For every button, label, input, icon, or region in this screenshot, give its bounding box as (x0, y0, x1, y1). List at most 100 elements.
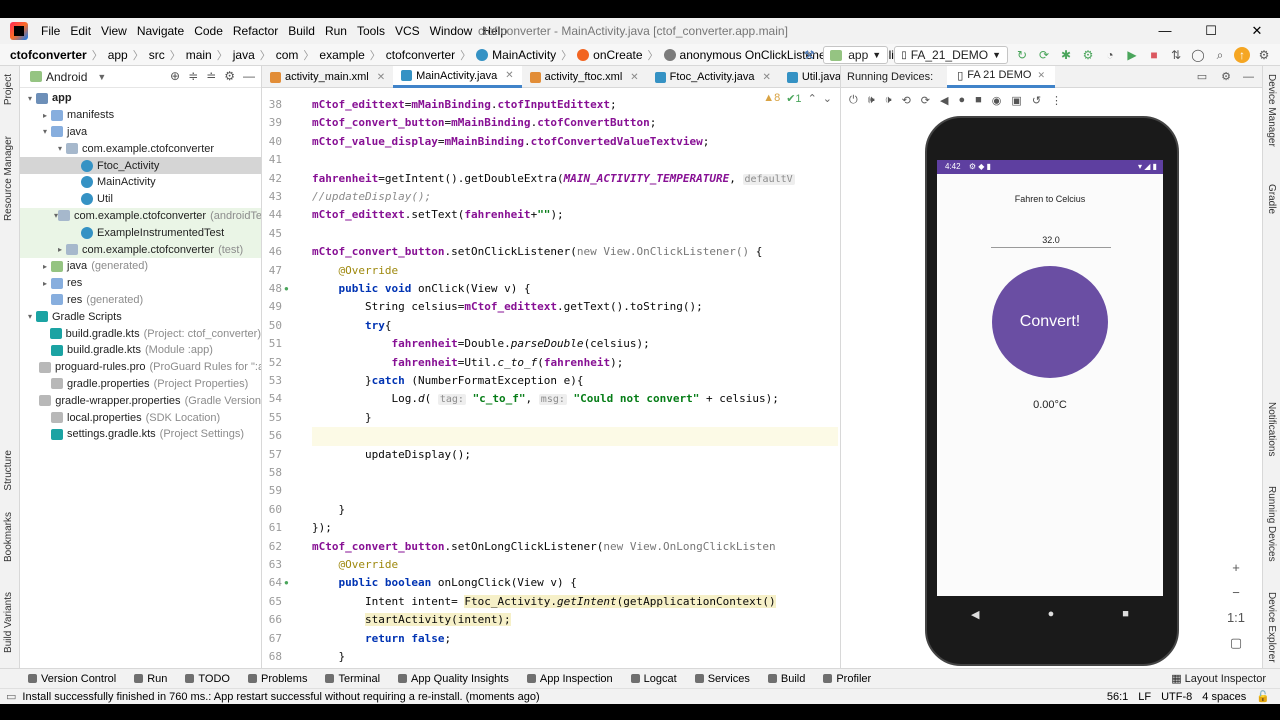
power-icon[interactable]: ⏻ (849, 94, 858, 107)
chevron-right-icon[interactable]: ▸ (39, 279, 51, 288)
chevron-right-icon[interactable]: ▸ (54, 245, 66, 254)
line-separator[interactable]: LF (1138, 689, 1151, 705)
tool-window-button-version-control[interactable]: Version Control (28, 673, 116, 685)
screenshot-icon[interactable]: ◉ (992, 94, 1002, 107)
inspection-widget[interactable]: ▲8 ✔1 ⌃ ⌄ (763, 92, 832, 105)
coverage-icon[interactable]: ▶ (1124, 47, 1140, 63)
chevron-right-icon[interactable]: ▸ (39, 262, 51, 271)
tree-item[interactable]: ▾ com.example.ctofconverter (20, 140, 261, 157)
breadcrumb-item[interactable]: main (186, 48, 212, 62)
tool-window-bookmarks[interactable]: Bookmarks (3, 512, 14, 562)
tree-item[interactable]: ▸ manifests (20, 107, 261, 124)
tree-item[interactable]: Ftoc_Activity (20, 157, 261, 174)
code-editor[interactable]: ▲8 ✔1 ⌃ ⌄ mCtof_edittext=mMainBinding.ct… (312, 88, 838, 668)
tab-activity-main-xml[interactable]: activity_main.xml ✕ (262, 66, 393, 88)
menu-item-window[interactable]: Window (425, 18, 478, 44)
hammer-icon[interactable]: ⚒ (801, 47, 817, 63)
profile-icon[interactable]: ◔ (1102, 47, 1118, 63)
cursor-position[interactable]: 56:1 (1107, 689, 1128, 705)
breadcrumb-item[interactable]: ctofconverter (10, 48, 87, 62)
actual-size-icon[interactable]: 1:1 (1227, 610, 1245, 625)
tab-activity-ftoc-xml[interactable]: activity_ftoc.xml ✕ (522, 66, 647, 88)
tab-ftoc-activity-java[interactable]: Ftoc_Activity.java ✕ (647, 66, 779, 88)
home-icon[interactable]: ● (1048, 608, 1055, 620)
tree-item[interactable]: settings.gradle.kts (Project Settings) (20, 426, 261, 443)
chevron-down-icon[interactable]: ⌄ (823, 92, 832, 105)
close-icon[interactable]: ✕ (377, 72, 385, 83)
zoom-in-icon[interactable]: + (1232, 560, 1240, 575)
override-gutter-icon[interactable]: ● (284, 284, 289, 293)
menu-item-refactor[interactable]: Refactor (228, 18, 283, 44)
layout-inspector-button[interactable]: ▦ Layout Inspector (1171, 672, 1266, 685)
tool-window-device-explorer[interactable]: Device Explorer (1266, 592, 1277, 663)
tool-window-button-app-quality-insights[interactable]: App Quality Insights (398, 673, 509, 685)
close-icon[interactable]: ✕ (762, 72, 770, 83)
breadcrumb-item[interactable]: app (108, 48, 128, 62)
rotate-right-icon[interactable]: ⟳ (921, 94, 930, 107)
breadcrumb-item[interactable]: src (149, 48, 165, 62)
tree-item[interactable]: Util (20, 191, 261, 208)
fit-screen-icon[interactable]: ▢ (1230, 635, 1242, 651)
tool-window-running-devices[interactable]: Running Devices (1266, 486, 1277, 562)
chevron-up-icon[interactable]: ⌃ (808, 92, 817, 105)
temperature-input[interactable] (991, 232, 1111, 248)
breadcrumb-item[interactable]: example (319, 48, 364, 62)
screen-record-icon[interactable]: ▣ (1011, 94, 1021, 107)
sync-icon[interactable]: ⇅ (1168, 47, 1184, 63)
settings-icon[interactable]: ⚙ (1256, 47, 1272, 63)
breadcrumb-item[interactable]: MainActivity (476, 48, 556, 62)
lock-icon[interactable]: 🔓 (1256, 689, 1270, 705)
chevron-down-icon[interactable]: ▾ (24, 312, 36, 321)
minimize-icon[interactable]: — (1142, 18, 1188, 44)
tool-window-resource-manager[interactable]: Resource Manager (3, 136, 14, 221)
rotate-left-icon[interactable]: ⟲ (902, 94, 911, 107)
home-icon[interactable]: ● (958, 94, 965, 106)
reset-icon[interactable]: ↺ (1032, 94, 1041, 107)
hide-icon[interactable]: — (1243, 71, 1254, 83)
tree-item[interactable]: ▾ java (20, 124, 261, 141)
tab-running-device[interactable]: ▯ FA 21 DEMO ✕ (947, 65, 1056, 88)
menu-item-code[interactable]: Code (189, 18, 228, 44)
file-encoding[interactable]: UTF-8 (1161, 689, 1192, 705)
close-icon[interactable]: ✕ (1234, 18, 1280, 44)
menu-item-tools[interactable]: Tools (352, 18, 390, 44)
tree-item[interactable]: MainActivity (20, 174, 261, 191)
tool-window-button-services[interactable]: Services (694, 673, 750, 685)
tree-item[interactable]: ▸ com.example.ctofconverter (test) (20, 241, 261, 258)
tree-item[interactable]: gradle-wrapper.properties (Gradle Version (20, 392, 261, 409)
more-icon[interactable]: ⋮ (1051, 94, 1062, 107)
breadcrumb-item[interactable]: com (276, 48, 299, 62)
tool-window-build-variants[interactable]: Build Variants (3, 592, 14, 653)
gear-icon[interactable]: ⚙ (1221, 70, 1231, 83)
tool-window-device-manager[interactable]: Device Manager (1266, 74, 1277, 147)
volume-down-icon[interactable]: 🕩 (885, 94, 892, 107)
tree-item[interactable]: build.gradle.kts (Project: ctof_converter… (20, 325, 261, 342)
update-icon[interactable]: ↑ (1234, 47, 1250, 63)
device-select[interactable]: ▯ FA_21_DEMO ▼ (894, 46, 1008, 64)
gear-icon[interactable]: ⚙ (224, 69, 235, 83)
attach-debugger-icon[interactable]: ⚙ (1080, 47, 1096, 63)
chevron-down-icon[interactable]: ▾ (39, 127, 51, 136)
tree-item[interactable]: gradle.properties (Project Properties) (20, 376, 261, 393)
tree-item[interactable]: local.properties (SDK Location) (20, 409, 261, 426)
stop-icon[interactable]: ■ (1146, 47, 1162, 63)
rerun-icon[interactable]: ↻ (1014, 47, 1030, 63)
volume-up-icon[interactable]: 🕪 (868, 94, 875, 107)
expand-all-icon[interactable]: ≑ (188, 69, 198, 83)
tree-item[interactable]: ▸ java (generated) (20, 258, 261, 275)
menu-item-navigate[interactable]: Navigate (132, 18, 189, 44)
indent-setting[interactable]: 4 spaces (1202, 689, 1246, 705)
tool-window-button-app-inspection[interactable]: App Inspection (526, 673, 613, 685)
tree-item[interactable]: proguard-rules.pro (ProGuard Rules for ":… (20, 359, 261, 376)
close-icon[interactable]: ✕ (505, 70, 513, 81)
tool-window-button-terminal[interactable]: Terminal (325, 673, 380, 685)
breadcrumb-item[interactable]: java (233, 48, 255, 62)
maximize-icon[interactable]: ☐ (1188, 18, 1234, 44)
breadcrumb-item[interactable]: onCreate (577, 48, 643, 62)
tree-item[interactable]: ▾ Gradle Scripts (20, 308, 261, 325)
override-gutter-icon[interactable]: ● (284, 578, 289, 587)
tab-mainactivity-java[interactable]: MainActivity.java ✕ (393, 66, 522, 88)
avatar[interactable]: ◯ (1190, 47, 1206, 63)
zoom-out-icon[interactable]: − (1232, 585, 1240, 600)
tool-window-notifications[interactable]: Notifications (1266, 402, 1277, 456)
